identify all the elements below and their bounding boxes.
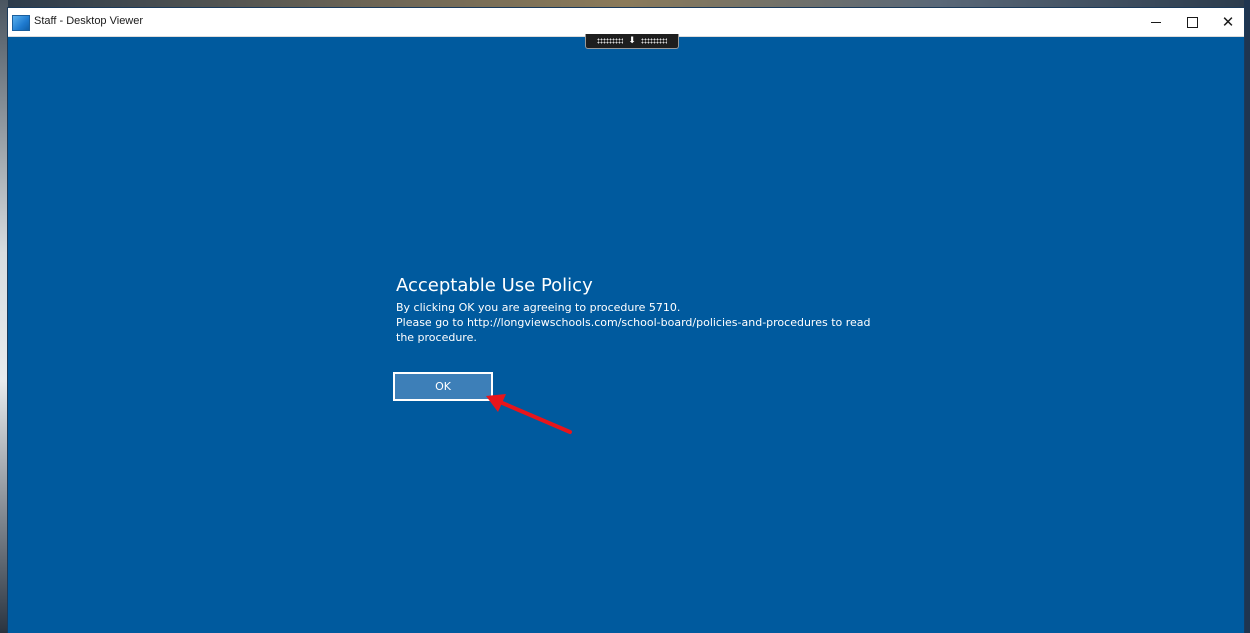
policy-text-line: By clicking OK you are agreeing to proce… <box>396 301 681 314</box>
window-title: Staff - Desktop Viewer <box>34 15 144 27</box>
connection-bar-handle[interactable]: ⬇ <box>585 34 679 49</box>
red-annotation-arrow-icon <box>486 394 572 434</box>
policy-title: Acceptable Use Policy <box>396 275 593 296</box>
desktop-viewer-app-icon <box>12 15 30 31</box>
policy-text-line: the procedure. <box>396 331 477 344</box>
minimize-button[interactable] <box>1138 8 1174 36</box>
close-button[interactable]: ✕ <box>1210 8 1246 36</box>
close-icon: ✕ <box>1221 12 1235 31</box>
desktop-background-left <box>0 0 8 633</box>
grip-handle-icon <box>640 38 667 44</box>
grip-handle-icon <box>597 38 624 44</box>
desktop-viewer-window: Staff - Desktop Viewer ✕ ⬇ Acceptable Us… <box>8 8 1244 633</box>
dropdown-arrow-icon: ⬇ <box>628 35 636 46</box>
desktop-background-right <box>1244 0 1250 633</box>
minimize-icon <box>1151 21 1161 23</box>
window-titlebar[interactable]: Staff - Desktop Viewer ✕ <box>8 8 1244 37</box>
maximize-button[interactable] <box>1174 8 1210 36</box>
desktop-background-top <box>0 0 1250 8</box>
maximize-icon <box>1186 16 1198 28</box>
policy-text-line: Please go to http://longviewschools.com/… <box>396 316 871 329</box>
policy-dialog: Acceptable Use Policy By clicking OK you… <box>396 275 916 345</box>
